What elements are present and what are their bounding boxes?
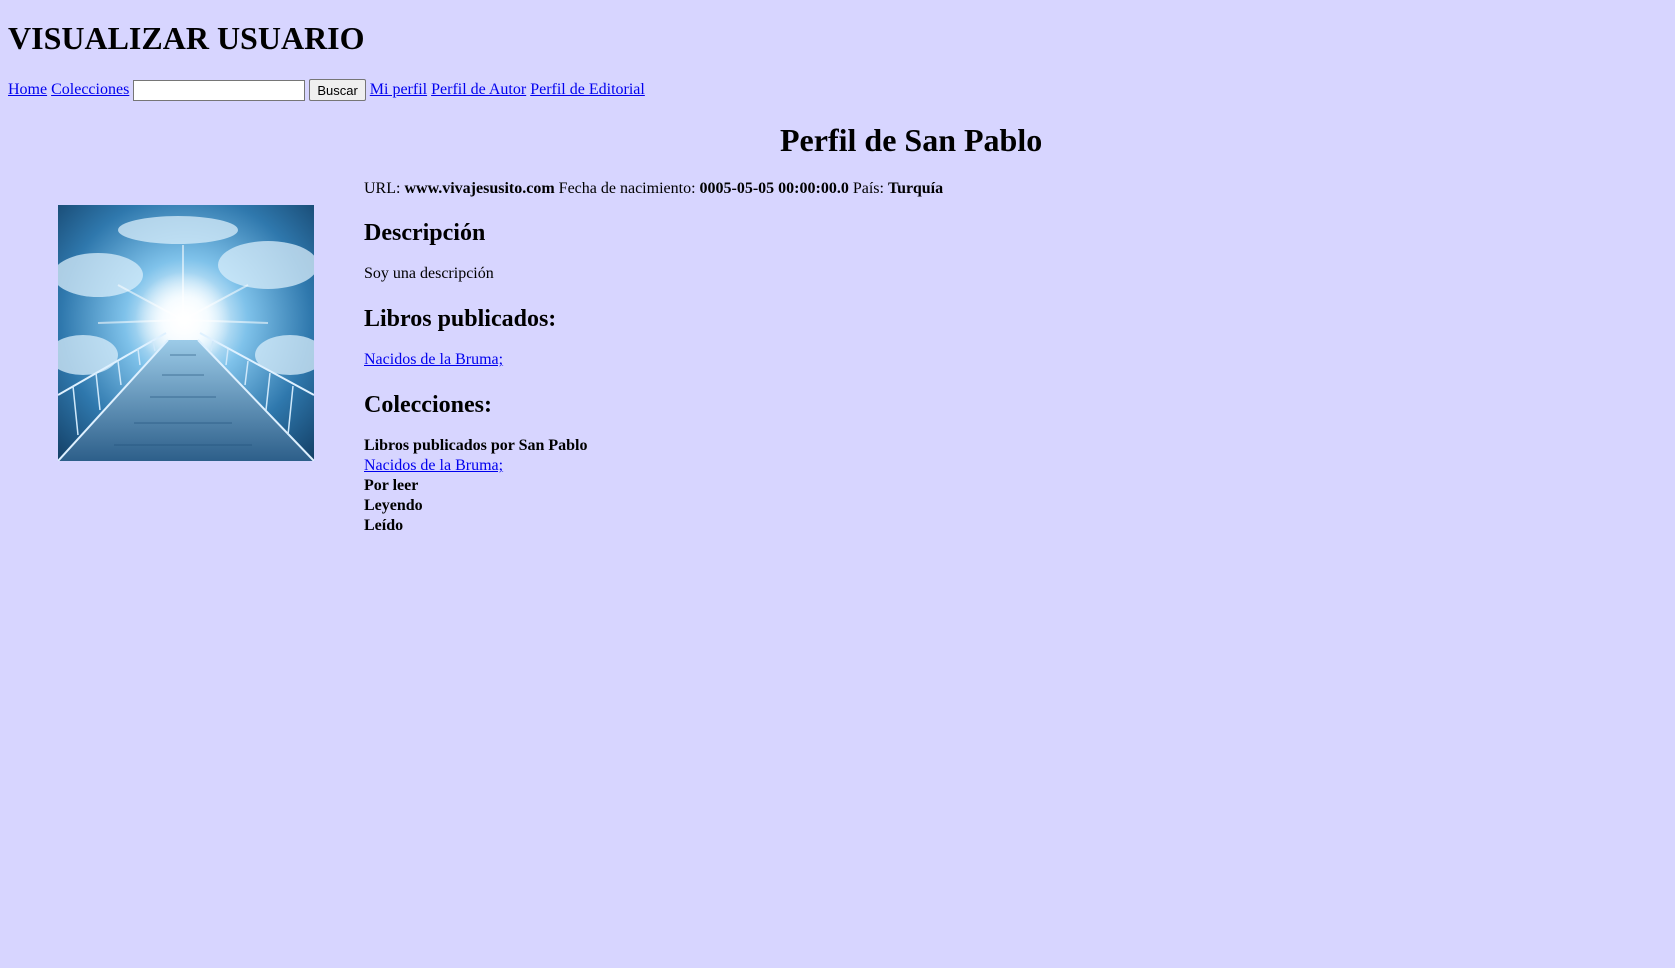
collection-book-link[interactable]: Nacidos de la Bruma; <box>364 457 503 474</box>
nav-link-perfil-editorial[interactable]: Perfil de Editorial <box>530 81 645 99</box>
collections-heading: Colecciones: <box>364 392 492 418</box>
birth-label: Fecha de nacimiento: <box>558 180 696 197</box>
nav-link-perfil-autor[interactable]: Perfil de Autor <box>431 81 526 99</box>
nav-link-home[interactable]: Home <box>8 81 47 99</box>
books-heading: Libros publicados: <box>364 306 557 332</box>
nav-link-colecciones[interactable]: Colecciones <box>51 81 129 99</box>
avatar-image <box>58 205 314 461</box>
collection-leido: Leído <box>364 517 404 534</box>
site-title: VISUALIZAR USUARIO <box>8 20 365 56</box>
description-heading: Descripción <box>364 220 486 246</box>
country-value: Turquía <box>887 180 944 197</box>
page: VISUALIZAR USUARIO Home Colecciones Busc… <box>0 0 1675 968</box>
books-list: Nacidos de la Bruma; <box>364 350 1564 370</box>
collection-published-list: Nacidos de la Bruma; <box>364 456 1564 476</box>
search-input[interactable] <box>133 79 306 101</box>
book-link[interactable]: Nacidos de la Bruma; <box>364 351 503 368</box>
nav-link-mi-perfil[interactable]: Mi perfil <box>370 81 427 99</box>
profile-title: Perfil de San Pablo <box>780 122 1043 158</box>
search-button[interactable]: Buscar <box>309 79 366 101</box>
collection-por-leer: Por leer <box>364 477 419 494</box>
profile-content: URL: www.vivajesusito.com Fecha de nacim… <box>364 178 1564 536</box>
main-nav: Home Colecciones Buscar Mi perfil Perfil… <box>8 78 649 102</box>
description-text: Soy una descripción <box>364 265 494 282</box>
sky-bridge-image <box>58 205 314 461</box>
birth-value: 0005-05-05 00:00:00.0 <box>699 180 849 197</box>
profile-meta: URL: www.vivajesusito.com Fecha de nacim… <box>364 178 1564 200</box>
url-label: URL: <box>364 180 401 197</box>
collection-leyendo: Leyendo <box>364 497 423 514</box>
country-label: País: <box>852 180 884 197</box>
url-value: www.vivajesusito.com <box>404 180 555 197</box>
collection-published-title: Libros publicados por San Pablo <box>364 437 588 454</box>
